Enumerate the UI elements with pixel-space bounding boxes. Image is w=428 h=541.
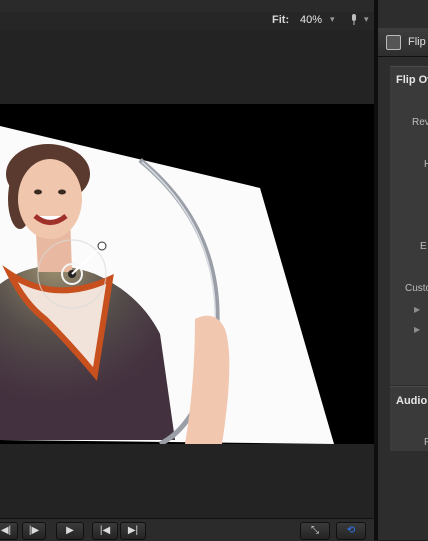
transport-bar: ◀︎| |▶︎ ▶ |◀ ▶| ⤡ ⟲ [0, 518, 374, 541]
audio-panel: Audio F [390, 386, 428, 451]
viewer-area-top [0, 30, 374, 104]
go-to-end-button[interactable]: ▶| [120, 522, 146, 540]
param-label: E [420, 241, 427, 252]
audio-panel-title: Audio [396, 395, 428, 407]
play-button[interactable]: ▶ [56, 522, 84, 540]
param-label: Custo [405, 283, 428, 294]
chevron-down-icon[interactable]: ▾ [330, 14, 335, 25]
disclosure-triangle-icon[interactable]: ▶ [414, 325, 420, 334]
fullscreen-icon[interactable]: ⤡ [300, 522, 330, 540]
param-label: Rev [412, 117, 428, 128]
next-frame-button[interactable]: |▶︎ [22, 522, 46, 540]
video-canvas[interactable] [0, 104, 374, 444]
param-label: H [424, 159, 428, 170]
inspector-panel: Flip Flip Ov Rev H E Custo ▶ ▶ Audio F [378, 0, 428, 540]
fit-label: Fit: [272, 14, 290, 26]
effect-panel-title: Flip Ov [396, 74, 428, 86]
video-inspector-icon[interactable] [386, 35, 401, 50]
video-frame [0, 126, 334, 444]
effect-panel: Flip Ov Rev H E Custo ▶ ▶ [390, 66, 428, 385]
inspector-header: Flip [378, 28, 428, 57]
go-to-start-button[interactable]: |◀ [92, 522, 118, 540]
param-label: F [424, 437, 428, 448]
previous-frame-button[interactable]: ◀︎| [0, 522, 18, 540]
inspector-title: Flip [408, 36, 426, 48]
fit-zoom-value[interactable]: 40% [300, 14, 322, 26]
chevron-down-icon[interactable]: ▾ [364, 14, 369, 25]
viewer-area-bottom [0, 444, 374, 518]
disclosure-triangle-icon[interactable]: ▶ [414, 305, 420, 314]
audio-skimming-icon[interactable] [349, 13, 359, 27]
loop-playback-icon[interactable]: ⟲ [336, 522, 366, 540]
